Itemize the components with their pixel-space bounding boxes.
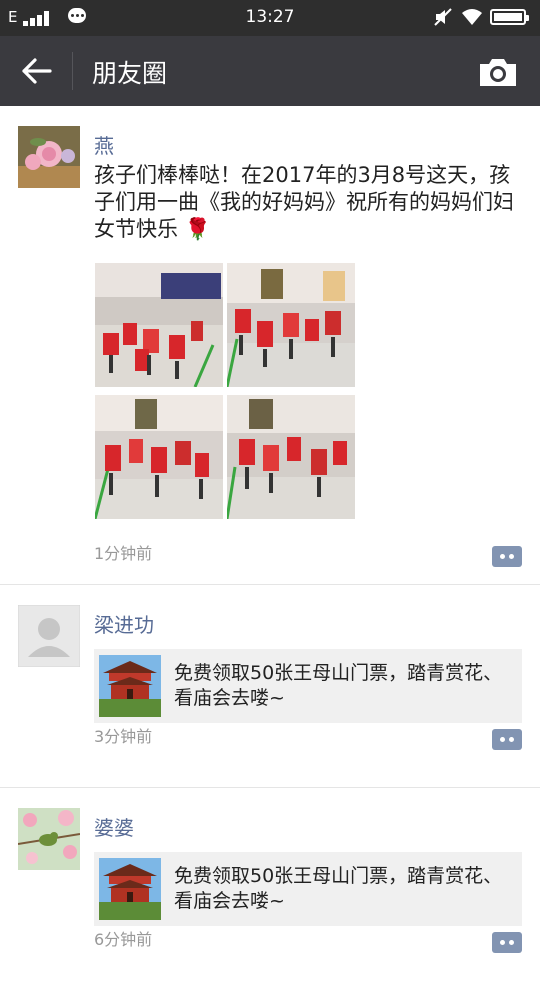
arrow-left-icon[interactable] <box>20 56 54 86</box>
classroom-photo <box>227 263 355 387</box>
post-text: 孩子们棒棒哒！在2017年的3月8号这天，孩子们用一曲《我的好妈妈》祝所有的妈妈… <box>94 162 524 243</box>
classroom-photo <box>95 263 223 387</box>
battery-icon <box>490 9 529 25</box>
post-photo[interactable] <box>95 395 223 519</box>
mute-icon <box>434 8 452 26</box>
default-avatar-image <box>18 605 80 667</box>
link-title: 免费领取50张王母山门票，踏青赏花、看庙会去喽~ <box>174 662 503 709</box>
nav-bar: 朋友圈 <box>0 36 540 106</box>
page-title: 朋友圈 <box>92 59 168 88</box>
post-photo[interactable] <box>227 263 355 387</box>
link-thumbnail <box>99 655 161 717</box>
feed-post: 燕 孩子们棒棒哒！在2017年的3月8号这天，孩子们用一曲《我的好妈妈》祝所有的… <box>0 106 540 585</box>
post-author[interactable]: 婆婆 <box>94 812 134 841</box>
comment-icon[interactable] <box>492 932 522 953</box>
post-text-body: 孩子们棒棒哒！在2017年的3月8号这天，孩子们用一曲《我的好妈妈》祝所有的妈妈… <box>94 163 514 241</box>
moments-feed: 燕 孩子们棒棒哒！在2017年的3月8号这天，孩子们用一曲《我的好妈妈》祝所有的… <box>0 106 540 988</box>
comment-icon[interactable] <box>492 729 522 750</box>
flower-avatar-image <box>18 126 80 188</box>
shared-link-card[interactable]: 免费领取50张王母山门票，踏青赏花、看庙会去喽~ <box>94 649 522 723</box>
post-photo[interactable] <box>227 395 355 519</box>
link-title: 免费领取50张王母山门票，踏青赏花、看庙会去喽~ <box>174 865 503 912</box>
feed-post: 婆婆 免费领取50张王母山门票，踏青赏花、看庙会去喽~ 6分钟前 <box>0 788 540 988</box>
avatar[interactable] <box>18 808 80 870</box>
post-timestamp: 1分钟前 <box>94 544 153 563</box>
classroom-photo <box>95 395 223 519</box>
post-timestamp: 6分钟前 <box>94 930 153 949</box>
comment-icon[interactable] <box>492 546 522 567</box>
clock: 13:27 <box>245 7 295 27</box>
status-bar: E 13:27 <box>0 0 540 36</box>
avatar[interactable] <box>18 126 80 188</box>
rose-emoji-icon: 🌹 <box>184 217 211 241</box>
post-timestamp: 3分钟前 <box>94 727 153 746</box>
temple-thumbnail-image <box>99 858 161 920</box>
temple-thumbnail-image <box>99 655 161 717</box>
post-author[interactable]: 燕 <box>94 130 114 159</box>
shared-link-card[interactable]: 免费领取50张王母山门票，踏青赏花、看庙会去喽~ <box>94 852 522 926</box>
nav-divider <box>72 52 73 90</box>
photo-grid <box>95 263 357 519</box>
link-thumbnail <box>99 858 161 920</box>
camera-icon[interactable] <box>478 56 518 88</box>
post-photo[interactable] <box>95 263 223 387</box>
blossom-bird-avatar-image <box>18 808 80 870</box>
post-author[interactable]: 梁进功 <box>94 609 154 638</box>
feed-post: 梁进功 免费领取50张王母山门票，踏青赏花、看庙会去喽~ 3分钟前 <box>0 585 540 788</box>
classroom-photo <box>227 395 355 519</box>
avatar[interactable] <box>18 605 80 667</box>
wifi-icon <box>462 9 482 25</box>
